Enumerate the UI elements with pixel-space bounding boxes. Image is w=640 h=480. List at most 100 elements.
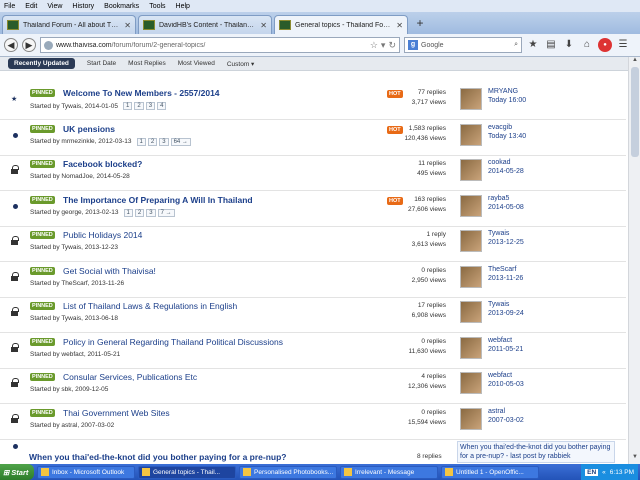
back-button[interactable]: ◀	[4, 38, 18, 52]
sort-option[interactable]: Custom ▾	[227, 60, 254, 68]
reload-icon[interactable]: ↻	[388, 40, 396, 51]
taskbar-button[interactable]: General topics - Thail...	[138, 465, 236, 479]
avatar[interactable]	[460, 88, 482, 110]
topic-title-link[interactable]: Get Social with Thaivisa!	[63, 266, 156, 276]
url-bar[interactable]: www.thaivisa.com/forum/forum/2-general-t…	[40, 37, 400, 53]
avatar[interactable]	[460, 336, 482, 359]
menu-item-help[interactable]: Help	[176, 3, 190, 10]
topic-title-link[interactable]: Welcome To New Members - 2557/2014	[63, 88, 220, 98]
sort-option[interactable]: Most Viewed	[178, 60, 215, 67]
last-poster-link[interactable]: webfact	[488, 337, 512, 344]
avatar[interactable]	[460, 301, 482, 323]
browser-tab[interactable]: Thailand Forum - All about Th... ✕	[2, 15, 136, 34]
bookmarks-menu-icon[interactable]: ▤	[544, 38, 558, 52]
menu-item-file[interactable]: File	[4, 3, 15, 10]
close-icon[interactable]: ✕	[124, 21, 131, 30]
menu-item-tools[interactable]: Tools	[149, 3, 165, 10]
menu-item-edit[interactable]: Edit	[25, 3, 37, 10]
avatar[interactable]	[460, 159, 482, 181]
last-post-date[interactable]: 2013-11-26	[488, 275, 523, 282]
last-post-date[interactable]: Today 13:40	[488, 133, 526, 140]
sort-option[interactable]: Most Replies	[128, 60, 166, 67]
tray-arrow-icon[interactable]: «	[602, 469, 606, 476]
avatar[interactable]	[460, 194, 482, 217]
last-post-date[interactable]: 2013-09-24	[488, 310, 524, 317]
close-icon[interactable]: ✕	[260, 21, 267, 30]
taskbar-button[interactable]: Irrelevant - Message	[340, 465, 438, 479]
page-link[interactable]: 3	[146, 208, 156, 217]
topic-title-link[interactable]: When you thai'ed-the-knot did you bother…	[29, 452, 286, 462]
last-poster-link[interactable]: rayba5	[488, 195, 509, 202]
dropdown-icon[interactable]: ▾	[381, 40, 386, 51]
sort-option[interactable]: Start Date	[87, 60, 116, 67]
topic-title-link[interactable]: Facebook blocked?	[63, 159, 142, 169]
taskbar-button[interactable]: Inbox - Microsoft Outlook	[37, 465, 135, 479]
last-poster-link[interactable]: webfact	[488, 372, 512, 379]
avatar[interactable]	[460, 230, 482, 252]
browser-tab[interactable]: DavidHB's Content - Thailand ... ✕	[138, 15, 272, 34]
page-scrollbar[interactable]: ▲ ▼	[628, 57, 640, 464]
page-link[interactable]: 2	[134, 208, 145, 217]
addon-icon[interactable]: ●	[598, 38, 612, 52]
topic-title-link[interactable]: Policy in General Regarding Thailand Pol…	[63, 337, 283, 347]
forward-button[interactable]: ▶	[22, 38, 36, 52]
last-poster-link[interactable]: Tywais	[488, 301, 509, 308]
last-poster-link[interactable]: astral	[488, 408, 505, 415]
avatar[interactable]	[460, 265, 482, 288]
menu-icon[interactable]: ☰	[616, 38, 630, 52]
last-post-preview[interactable]: When you thai'ed-the-knot did you bother…	[457, 441, 615, 463]
last-poster-link[interactable]: Tywais	[488, 230, 509, 237]
page-link[interactable]: 1	[136, 137, 146, 146]
menu-item-history[interactable]: History	[72, 3, 94, 10]
start-button[interactable]: ⊞ Start	[0, 464, 34, 480]
page-link[interactable]: 3	[159, 137, 169, 146]
taskbar-button[interactable]: Personalised Photobooks...	[239, 465, 337, 479]
topic-title-link[interactable]: Consular Services, Publications Etc	[63, 372, 197, 382]
last-poster-link[interactable]: MRYANG	[488, 88, 518, 95]
last-poster-link[interactable]: evacgib	[488, 124, 512, 131]
topic-title-link[interactable]: List of Thailand Laws & Regulations in E…	[63, 301, 237, 311]
bookmark-star-icon[interactable]: ☆	[370, 40, 378, 51]
topic-title-link[interactable]: Public Holidays 2014	[63, 230, 142, 240]
downloads-icon[interactable]: ⬇	[562, 38, 576, 52]
last-post-date[interactable]: 2007-03-02	[488, 417, 524, 424]
last-poster-link[interactable]: cookad	[488, 159, 511, 166]
home-icon[interactable]: ⌂	[580, 38, 594, 52]
topic-title-link[interactable]: The Importance Of Preparing A Will In Th…	[63, 195, 253, 205]
bookmarks-star-icon[interactable]: ★	[526, 38, 540, 52]
taskbar-button[interactable]: Untitled 1 - OpenOffic...	[441, 465, 539, 479]
last-post-date[interactable]: 2011-05-21	[488, 346, 523, 353]
search-bar[interactable]: g Google ⌕	[404, 37, 522, 53]
topic-title-link[interactable]: Thai Government Web Sites	[63, 408, 170, 418]
last-poster-link[interactable]: TheScarf	[488, 266, 516, 273]
favicon-icon	[279, 20, 291, 30]
scroll-up-icon[interactable]: ▲	[629, 57, 640, 67]
page-link[interactable]: 2	[134, 102, 144, 110]
last-post-date[interactable]: 2013-12-25	[488, 239, 524, 246]
browser-tab[interactable]: General topics - Thailand Forum ✕	[274, 15, 408, 34]
avatar[interactable]	[460, 372, 482, 394]
close-icon[interactable]: ✕	[396, 21, 403, 30]
topic-title-link[interactable]: UK pensions	[63, 124, 115, 134]
page-link[interactable]: 1	[123, 208, 133, 217]
menu-item-bookmarks[interactable]: Bookmarks	[104, 3, 139, 10]
last-post-date[interactable]: 2010-05-03	[488, 381, 524, 388]
sort-recently-updated[interactable]: Recently Updated	[8, 58, 75, 69]
language-indicator[interactable]: EN	[585, 468, 599, 476]
scrollbar-thumb[interactable]	[631, 67, 639, 157]
new-tab-button[interactable]: +	[412, 16, 428, 32]
page-link[interactable]: 3	[145, 102, 156, 110]
page-link[interactable]: 1	[123, 102, 133, 110]
menu-item-view[interactable]: View	[47, 3, 62, 10]
page-link[interactable]: 4	[157, 102, 167, 110]
last-post-date[interactable]: 2014-05-08	[488, 204, 524, 211]
scroll-down-icon[interactable]: ▼	[629, 454, 640, 464]
last-post-date[interactable]: 2014-05-28	[488, 168, 524, 175]
avatar[interactable]	[460, 123, 482, 146]
last-post-date[interactable]: Today 16:00	[488, 97, 526, 104]
page-link[interactable]: 64 →	[170, 137, 191, 146]
avatar[interactable]	[460, 407, 482, 430]
page-link[interactable]: 7 →	[157, 208, 175, 217]
search-icon[interactable]: ⌕	[514, 41, 518, 49]
page-link[interactable]: 2	[147, 137, 158, 146]
